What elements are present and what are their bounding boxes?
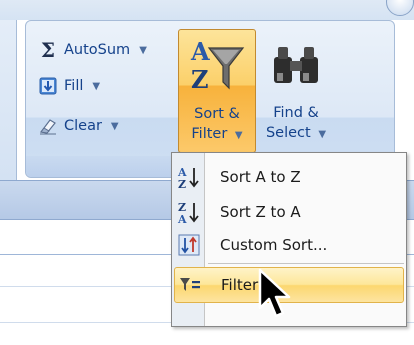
binoculars-icon xyxy=(268,43,324,93)
custom-sort-icon xyxy=(174,234,204,256)
menu-item-label: Sort A to Z xyxy=(220,168,301,186)
sigma-icon: Σ xyxy=(40,38,56,62)
menu-item-sort-a-to-z[interactable]: A Z Sort A to Z xyxy=(174,159,404,195)
sort-z-to-a-icon: Z A xyxy=(174,200,204,224)
find-select-label-text: Select xyxy=(265,125,311,141)
autosum-button[interactable]: Σ AutoSum ▼ xyxy=(38,37,147,63)
find-select-label-line1: Find & xyxy=(273,105,319,121)
menu-separator xyxy=(208,263,404,264)
sort-filter-label-line1: Sort & xyxy=(194,106,240,122)
chevron-down-icon: ▼ xyxy=(234,130,243,141)
mouse-cursor-icon xyxy=(258,268,294,324)
svg-text:A: A xyxy=(190,37,210,66)
find-and-select-button[interactable]: Find & Select ▼ xyxy=(258,29,334,153)
fill-label: Fill xyxy=(64,78,84,94)
sort-a-to-z-icon: A Z xyxy=(174,165,204,189)
ribbon-top-strip xyxy=(0,0,414,20)
autosum-label: AutoSum xyxy=(64,42,131,58)
fill-button[interactable]: Fill ▼ xyxy=(38,73,100,99)
filter-icon xyxy=(175,277,205,293)
chevron-down-icon: ▼ xyxy=(92,80,101,92)
menu-item-sort-z-to-a[interactable]: Z A Sort Z to A xyxy=(174,194,404,230)
chevron-down-icon: ▼ xyxy=(110,120,119,132)
chevron-down-icon: ▼ xyxy=(139,44,147,56)
menu-item-label: Sort Z to A xyxy=(220,203,301,221)
ribbon-left-group-edge xyxy=(0,20,17,180)
sort-filter-label-text: Filter xyxy=(191,126,228,142)
clear-label: Clear xyxy=(64,118,102,134)
sort-filter-label-line2: Filter ▼ xyxy=(179,124,255,146)
eraser-icon xyxy=(38,116,58,136)
menu-item-label: Custom Sort... xyxy=(220,236,328,254)
sort-filter-icon: A Z xyxy=(185,36,249,98)
find-select-label-line2: Select ▼ xyxy=(258,123,334,145)
svg-text:A: A xyxy=(177,213,187,224)
menu-item-custom-sort[interactable]: Custom Sort... xyxy=(174,227,404,263)
fill-down-icon xyxy=(38,76,58,96)
clear-button[interactable]: Clear ▼ xyxy=(38,113,119,139)
chevron-down-icon: ▼ xyxy=(318,129,327,140)
menu-item-label: Filter xyxy=(221,276,259,294)
svg-text:Z: Z xyxy=(191,65,209,94)
svg-text:Z: Z xyxy=(178,178,186,189)
sort-and-filter-button[interactable]: A Z Sort & Filter ▼ xyxy=(178,29,256,153)
